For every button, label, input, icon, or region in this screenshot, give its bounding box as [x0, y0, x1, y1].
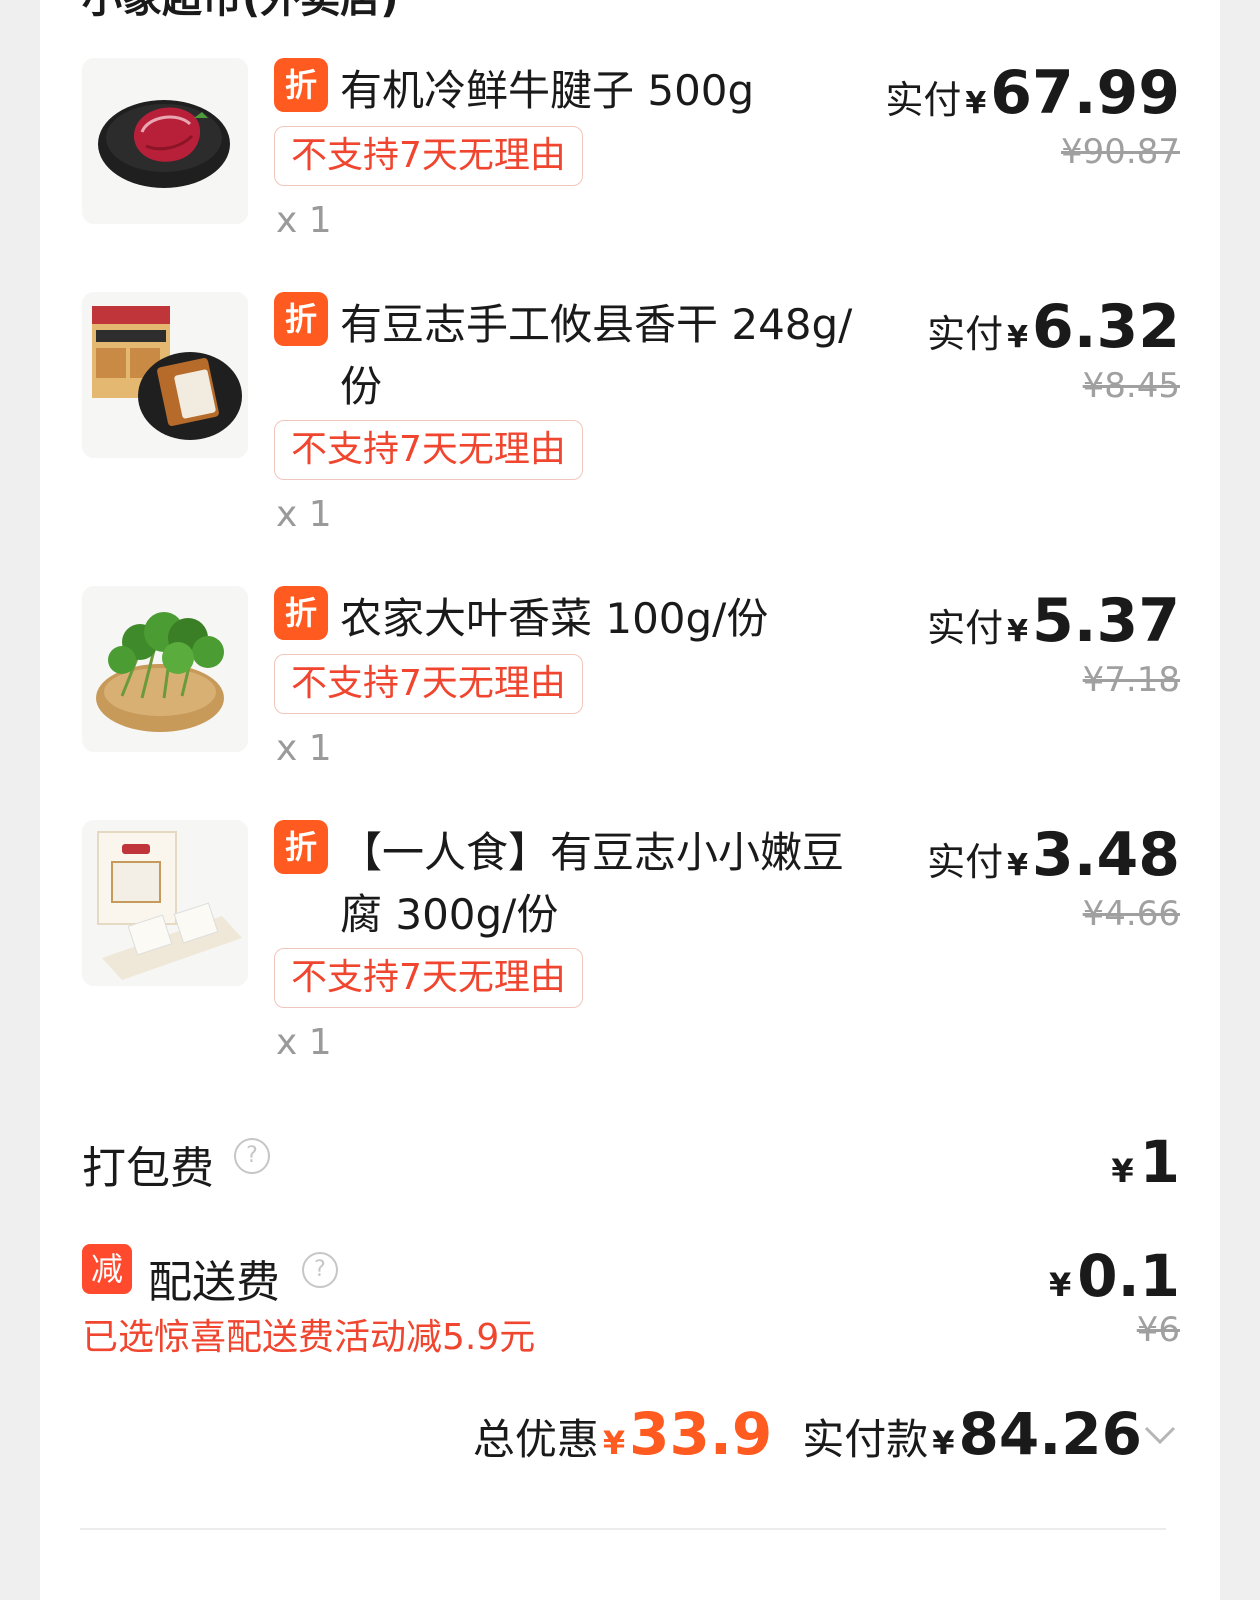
paid-label: 实付 [927, 840, 1004, 884]
soft-tofu-image [82, 820, 248, 986]
delivery-fee-amount: ¥0.1 [1049, 1242, 1180, 1310]
no-return-tag: 不支持7天无理由 [274, 948, 583, 1008]
paid-label: 实付 [927, 312, 1004, 356]
beef-shank-image [82, 58, 248, 224]
currency-symbol: ¥ [1007, 614, 1028, 649]
fee-value: 1 [1139, 1128, 1180, 1196]
discount-badge: 折 [274, 586, 328, 640]
no-return-tag: 不支持7天无理由 [274, 654, 583, 714]
currency-symbol: ¥ [1111, 1152, 1134, 1190]
store-title: 小象超市(外卖店) [82, 0, 399, 24]
paid-label: 实付 [927, 606, 1004, 650]
reduction-badge: 减 [82, 1244, 132, 1294]
order-card [40, 0, 1220, 1600]
currency-symbol: ¥ [1007, 848, 1028, 883]
chevron-down-icon[interactable] [1140, 1420, 1180, 1450]
product-image-coriander[interactable] [82, 586, 248, 752]
product-image-dried-tofu[interactable] [82, 292, 248, 458]
product-name[interactable]: 有豆志手工攸县香干 248g/份 [340, 294, 860, 418]
fee-value: 0.1 [1077, 1242, 1180, 1310]
coriander-image [82, 586, 248, 752]
paid-label: 实付 [885, 78, 962, 122]
discount-badge: 折 [274, 292, 328, 346]
question-icon[interactable]: ? [302, 1252, 338, 1288]
quantity: x 1 [276, 200, 332, 241]
packing-fee-amount: ¥1 [1111, 1128, 1180, 1196]
price-amount: 6.32 [1031, 292, 1180, 362]
discount-badge: 折 [274, 58, 328, 112]
packing-fee-label: 打包费 [82, 1143, 214, 1194]
discount-badge: 折 [274, 820, 328, 874]
product-image-beef[interactable] [82, 58, 248, 224]
product-name[interactable]: 【一人食】有豆志小小嫩豆腐 300g/份 [340, 822, 860, 946]
product-name[interactable]: 有机冷鲜牛腱子 500g [340, 60, 860, 122]
order-summary[interactable]: 总优惠 ¥33.9 实付款 ¥84.26 [473, 1400, 1142, 1468]
total-discount-label: 总优惠 [472, 1415, 599, 1464]
original-price: ¥7.18 [1082, 660, 1180, 700]
paid-price: 实付 ¥6.32 [927, 292, 1180, 362]
divider [80, 1528, 1166, 1530]
paid-price: 实付 ¥67.99 [885, 58, 1180, 128]
quantity: x 1 [276, 494, 332, 535]
total-paid-label: 实付款 [802, 1415, 929, 1464]
paid-price: 实付 ¥3.48 [927, 820, 1180, 890]
total-discount-amount: 33.9 [629, 1400, 773, 1468]
no-return-tag: 不支持7天无理由 [274, 420, 583, 480]
question-icon[interactable]: ? [234, 1138, 270, 1174]
total-paid-amount: 84.26 [958, 1400, 1142, 1468]
delivery-fee-label: 配送费 [148, 1257, 280, 1308]
original-price: ¥8.45 [1082, 366, 1180, 406]
currency-symbol: ¥ [1048, 1266, 1072, 1304]
original-price: ¥4.66 [1082, 894, 1180, 934]
no-return-tag: 不支持7天无理由 [274, 126, 583, 186]
price-amount: 5.37 [1031, 586, 1180, 656]
dried-tofu-image [82, 292, 248, 458]
price-amount: 67.99 [990, 58, 1180, 128]
quantity: x 1 [276, 1022, 332, 1063]
currency-symbol: ¥ [602, 1424, 626, 1462]
delivery-original-fee: ¥6 [1136, 1310, 1180, 1350]
product-name[interactable]: 农家大叶香菜 100g/份 [340, 588, 860, 650]
currency-symbol: ¥ [932, 1424, 955, 1462]
delivery-promo-note[interactable]: 已选惊喜配送费活动减5.9元 [82, 1308, 535, 1360]
paid-price: 实付 ¥5.37 [927, 586, 1180, 656]
quantity: x 1 [276, 728, 332, 769]
original-price: ¥90.87 [1061, 132, 1180, 172]
price-amount: 3.48 [1031, 820, 1180, 890]
currency-symbol: ¥ [965, 86, 987, 121]
currency-symbol: ¥ [1007, 320, 1028, 355]
product-image-soft-tofu[interactable] [82, 820, 248, 986]
